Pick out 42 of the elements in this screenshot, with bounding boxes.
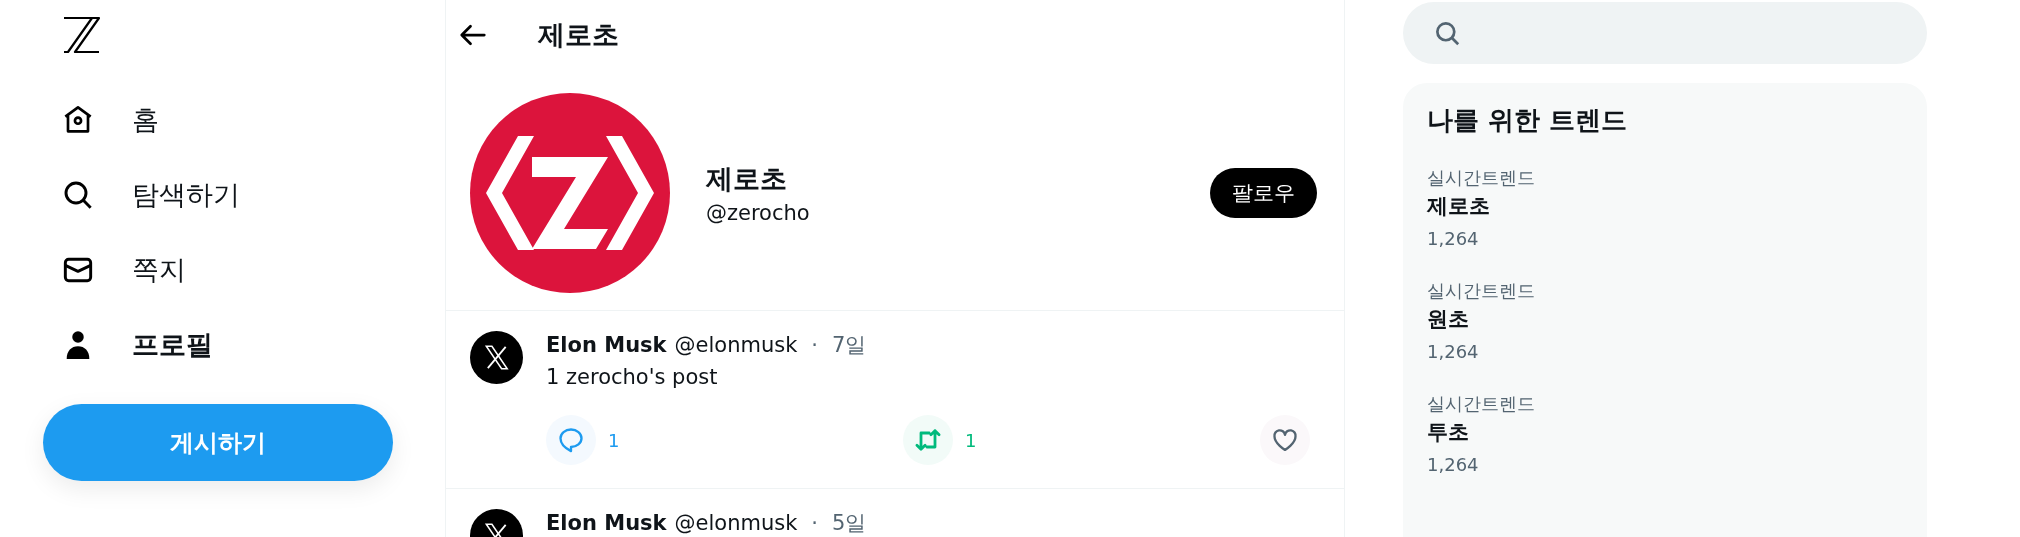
repost-count: 1 <box>965 429 977 451</box>
nav-item[interactable]: 탐색하기 <box>0 157 240 232</box>
nav-label: 쪽지 <box>132 252 186 287</box>
trend-name[interactable]: 투초 <box>1427 418 1469 446</box>
profile-handle: @zerocho <box>706 201 811 225</box>
comment-button[interactable] <box>546 415 596 465</box>
trend-count: 1,264 <box>1427 341 1479 362</box>
trend-count: 1,264 <box>1427 228 1479 249</box>
speech-bubble-icon <box>557 426 585 454</box>
nav-label: 프로필 <box>132 327 213 362</box>
page-title: 제로초 <box>538 18 619 52</box>
avatar-icon <box>470 331 523 384</box>
follow-button[interactable]: 팔로우 <box>1210 168 1317 218</box>
post-time: 7일 <box>832 332 867 359</box>
separator-dot: · <box>811 511 818 535</box>
separator-dot: · <box>811 333 818 357</box>
post-text: 1 zerocho's post <box>546 365 719 389</box>
card-title: 나를 위한 트렌드 <box>1427 104 1629 137</box>
comment-count: 1 <box>608 429 620 451</box>
trend-name[interactable]: 제로초 <box>1427 192 1490 220</box>
trend-count: 1,264 <box>1427 454 1479 475</box>
nav-item[interactable]: 쪽지 <box>0 232 186 307</box>
search-icon <box>1434 19 1461 47</box>
like-button[interactable] <box>1260 415 1310 465</box>
trend-category: 실시간트렌드 <box>1427 279 1535 303</box>
author-handle: @elonmusk <box>674 511 798 535</box>
trend-category: 실시간트렌드 <box>1427 166 1535 190</box>
home-icon <box>62 103 94 136</box>
author-name: Elon Musk <box>546 333 667 357</box>
trend-name[interactable]: 원초 <box>1427 305 1469 333</box>
heart-icon <box>1271 426 1299 454</box>
profile-name: 제로초 <box>706 162 788 196</box>
author-name: Elon Musk <box>546 511 667 535</box>
nav-item[interactable]: 프로필 <box>0 307 213 382</box>
logo-icon[interactable] <box>62 16 100 54</box>
post-time: 5일 <box>832 510 867 537</box>
repost-icon <box>914 426 942 454</box>
author-handle: @elonmusk <box>674 333 798 357</box>
nav-item[interactable]: 홈 <box>0 82 159 157</box>
nav-label: 탐색하기 <box>132 177 240 212</box>
nav-label: 홈 <box>132 102 159 137</box>
trend-category: 실시간트렌드 <box>1427 392 1535 416</box>
